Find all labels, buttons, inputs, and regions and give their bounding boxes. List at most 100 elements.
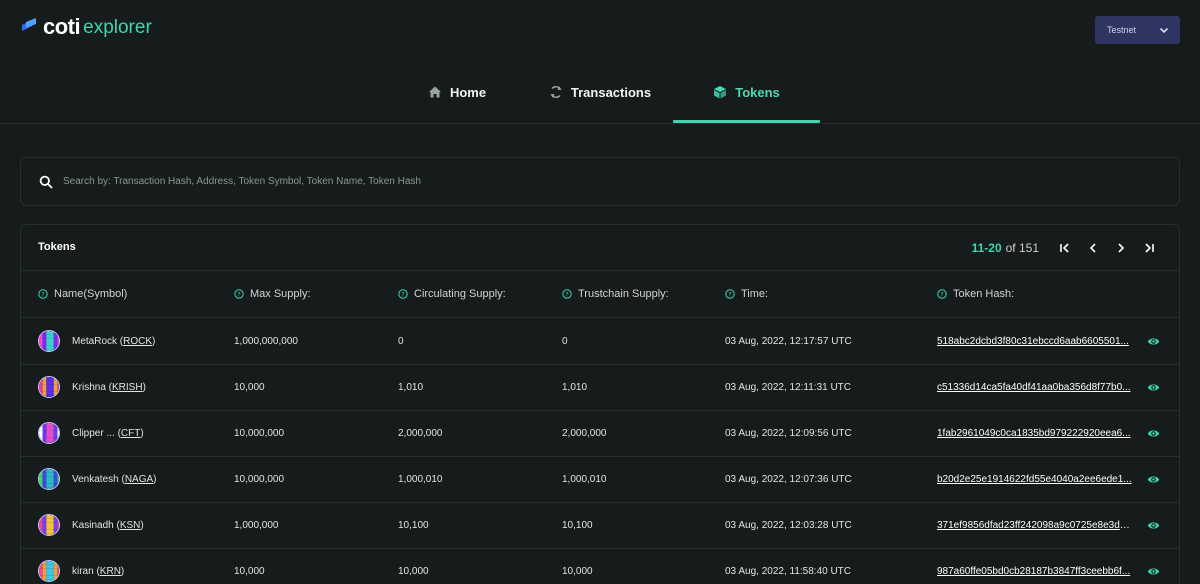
svg-text:?: ? <box>940 290 943 298</box>
token-symbol-link[interactable]: KRISH <box>112 382 143 393</box>
last-page-icon <box>1145 243 1154 253</box>
paren: ) <box>152 336 156 347</box>
tokens-panel: Tokens 11-20 of 151 ? Name(Symbol) ? Max S… <box>20 224 1180 584</box>
column-header-label: Time: <box>741 288 769 300</box>
next-page-button[interactable] <box>1107 237 1135 259</box>
help-circle-icon: ? <box>38 289 48 299</box>
token-symbol-link[interactable]: CFT <box>121 428 140 439</box>
token-name[interactable]: Clipper ... <box>72 428 115 439</box>
main-nav: Home Transactions Tokens <box>0 60 1200 124</box>
identicon-icon <box>39 331 59 351</box>
eye-icon[interactable] <box>1147 520 1160 531</box>
eye-icon[interactable] <box>1147 428 1160 439</box>
column-header-label: Trustchain Supply: <box>578 288 669 300</box>
token-symbol-link[interactable]: KSN <box>120 520 141 531</box>
chevron-down-icon <box>1159 27 1169 34</box>
tab-transactions[interactable]: Transactions <box>540 60 660 124</box>
column-header-label: Circulating Supply: <box>414 288 506 300</box>
table-row: Venkatesh (NAGA) 10,000,000 1,000,010 1,000… <box>21 457 1179 503</box>
token-hash-link[interactable]: 987a60ffe05bd0cb28187b3847ff3ceebb6f... <box>937 566 1133 577</box>
help-circle-icon: ? <box>937 289 947 299</box>
table-row: kiran (KRN) 10,000 10,000 10,000 03 Aug, 202… <box>21 549 1179 584</box>
refresh-icon <box>550 86 562 98</box>
token-avatar <box>38 376 60 398</box>
help-circle-icon: ? <box>562 289 572 299</box>
column-header-max-supply: ? Max Supply: <box>234 288 311 300</box>
tab-transactions-label: Transactions <box>570 84 652 100</box>
token-hash-link[interactable]: 518abc2dcbd3f80c31ebccd6aab6605501... <box>937 336 1133 347</box>
table-row: MetaRock (ROCK) 1,000,000,000 0 0 03 Aug, 20… <box>21 319 1179 365</box>
time-cell: 03 Aug, 2022, 12:03:28 UTC <box>725 520 852 531</box>
trustchain-supply-cell: 1,000,010 <box>562 474 607 485</box>
token-hash-link[interactable]: c51336d14ca5fa40df41aa0ba356d8f77b0... <box>937 382 1133 393</box>
token-hash-link[interactable]: 1fab2961049c0ca1835bd979222920eea6... <box>937 428 1133 439</box>
network-select-value: Testnet <box>1107 25 1137 35</box>
eye-icon[interactable] <box>1147 336 1160 347</box>
token-name[interactable]: Kasinadh <box>72 520 114 531</box>
max-supply-cell: 10,000,000 <box>234 428 285 439</box>
token-name[interactable]: Venkatesh <box>72 474 119 485</box>
table-row: Krishna (KRISH) 10,000 1,010 1,010 03 Aug, 2… <box>21 365 1179 411</box>
token-symbol-link[interactable]: NAGA <box>125 474 153 485</box>
coti-logo-icon <box>22 18 36 31</box>
max-supply-cell: 1,000,000 <box>234 520 279 531</box>
brand-name: coti <box>43 14 81 39</box>
paren: ) <box>142 382 146 393</box>
token-name[interactable]: kiran <box>72 566 94 577</box>
last-page-button[interactable] <box>1135 237 1163 259</box>
prev-page-button[interactable] <box>1079 237 1107 259</box>
circulating-supply-cell: 0 <box>398 336 404 347</box>
column-header-label: Max Supply: <box>250 288 311 300</box>
circulating-supply-cell: 1,000,010 <box>398 474 443 485</box>
max-supply-cell: 1,000,000,000 <box>234 336 298 347</box>
trustchain-supply-cell: 1,010 <box>562 382 588 393</box>
tab-tokens[interactable]: Tokens <box>673 60 820 124</box>
trustchain-supply-cell: 0 <box>562 336 568 347</box>
circulating-supply-cell: 10,000 <box>398 566 429 577</box>
eye-icon[interactable] <box>1147 474 1160 485</box>
column-header-label: Name(Symbol) <box>54 288 128 300</box>
token-name[interactable]: MetaRock <box>72 336 117 347</box>
token-name[interactable]: Krishna <box>72 382 106 393</box>
tokens-panel-header: Tokens 11-20 of 151 <box>21 225 1179 271</box>
svg-text:?: ? <box>728 290 731 298</box>
next-page-icon <box>1118 243 1125 253</box>
token-symbol-link[interactable]: KRN <box>100 566 121 577</box>
eye-icon[interactable] <box>1147 566 1160 577</box>
table-row: Kasinadh (KSN) 1,000,000 10,100 10,100 03 Au… <box>21 503 1179 549</box>
time-cell: 03 Aug, 2022, 11:58:40 UTC <box>725 566 852 577</box>
column-header-circulating-supply: ? Circulating Supply: <box>398 288 506 300</box>
trustchain-supply-cell: 10,100 <box>562 520 593 531</box>
token-hash-link[interactable]: b20d2e25e1914622fd55e4040a2ee6ede1... <box>937 474 1133 485</box>
time-cell: 03 Aug, 2022, 12:07:36 UTC <box>725 474 852 485</box>
token-name-cell: MetaRock (ROCK) <box>72 336 155 347</box>
svg-text:?: ? <box>401 290 404 298</box>
time-cell: 03 Aug, 2022, 12:09:56 UTC <box>725 428 852 439</box>
token-hash-link[interactable]: 371ef9856dfad23ff242098a9c0725e8e3d5... <box>937 520 1133 531</box>
token-name-cell: Krishna (KRISH) <box>72 382 146 393</box>
paren: ) <box>153 474 157 485</box>
table-header: ? Name(Symbol) ? Max Supply: ? Circulating … <box>21 272 1179 318</box>
tab-tokens-label: Tokens <box>735 84 780 100</box>
circulating-supply-cell: 1,010 <box>398 382 424 393</box>
token-avatar <box>38 330 60 352</box>
max-supply-cell: 10,000,000 <box>234 474 285 485</box>
search-bar <box>20 157 1180 206</box>
search-icon <box>39 175 53 189</box>
tab-home-label: Home <box>449 84 487 100</box>
svg-text:?: ? <box>237 290 240 298</box>
token-avatar <box>38 514 60 536</box>
token-symbol-link[interactable]: ROCK <box>123 336 152 347</box>
brand-product: explorer <box>83 17 152 38</box>
eye-icon[interactable] <box>1147 382 1160 393</box>
network-select[interactable]: Testnet <box>1095 16 1180 44</box>
identicon-icon <box>39 469 59 489</box>
time-cell: 03 Aug, 2022, 12:11:31 UTC <box>725 382 852 393</box>
tab-home[interactable]: Home <box>413 60 501 124</box>
first-page-button[interactable] <box>1051 237 1079 259</box>
token-avatar <box>38 422 60 444</box>
coti-logo[interactable]: coti explorer <box>20 14 152 40</box>
circulating-supply-cell: 10,100 <box>398 520 429 531</box>
search-input[interactable] <box>63 176 1143 187</box>
first-page-icon <box>1060 243 1069 253</box>
